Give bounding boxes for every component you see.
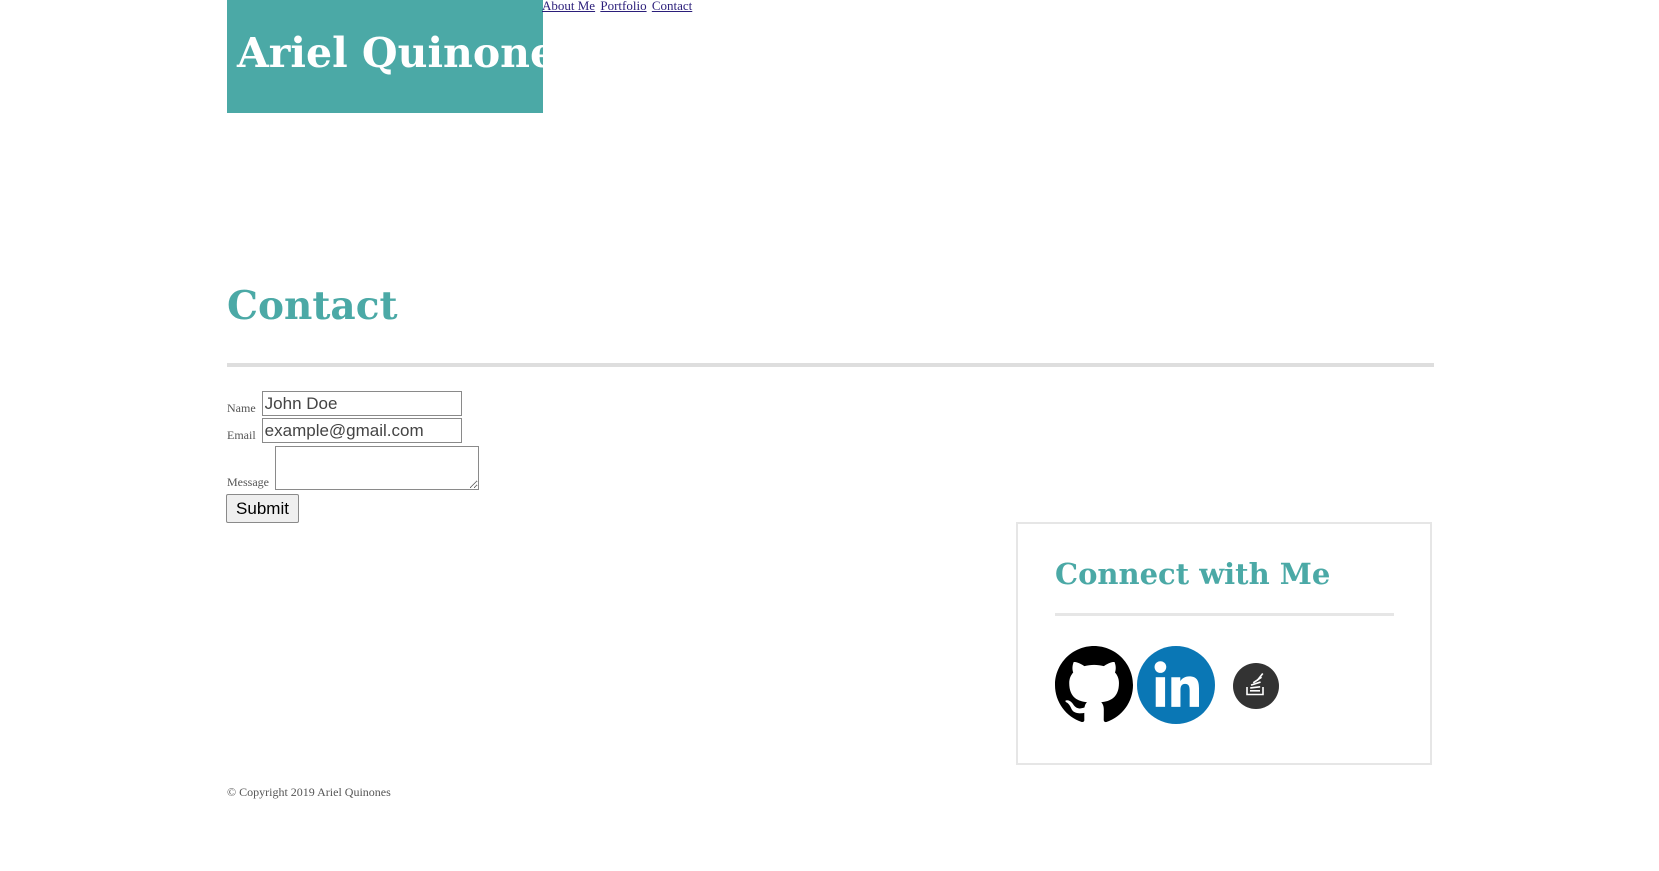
nav-link-contact[interactable]: Contact [652, 0, 692, 13]
message-textarea[interactable] [275, 446, 479, 490]
message-row: Message [227, 446, 479, 490]
connect-title: Connect with Me [1055, 557, 1331, 591]
name-row: Name [227, 391, 462, 416]
connect-panel: Connect with Me [1016, 522, 1432, 765]
site-title: Ariel Quinones [237, 29, 580, 77]
name-label: Name [227, 401, 256, 415]
linkedin-icon[interactable] [1137, 646, 1215, 724]
submit-button[interactable]: Submit [226, 494, 299, 523]
email-label: Email [227, 428, 256, 442]
nav-link-about[interactable]: About Me [542, 0, 595, 13]
nav-link-portfolio[interactable]: Portfolio [600, 0, 646, 13]
connect-divider [1055, 613, 1394, 616]
stackoverflow-icon[interactable] [1233, 663, 1279, 709]
title-divider [227, 363, 1434, 367]
github-icon[interactable] [1055, 646, 1133, 724]
message-label: Message [227, 475, 269, 489]
brand-banner: Ariel Quinones [227, 0, 579, 113]
email-input[interactable] [261, 418, 462, 443]
copyright-text: © Copyright 2019 Ariel Quinones [227, 785, 391, 799]
email-row: Email [227, 418, 462, 443]
page-title: Contact [227, 283, 398, 329]
main-nav: About Me Portfolio Contact [542, 0, 694, 14]
name-input[interactable] [261, 391, 462, 416]
